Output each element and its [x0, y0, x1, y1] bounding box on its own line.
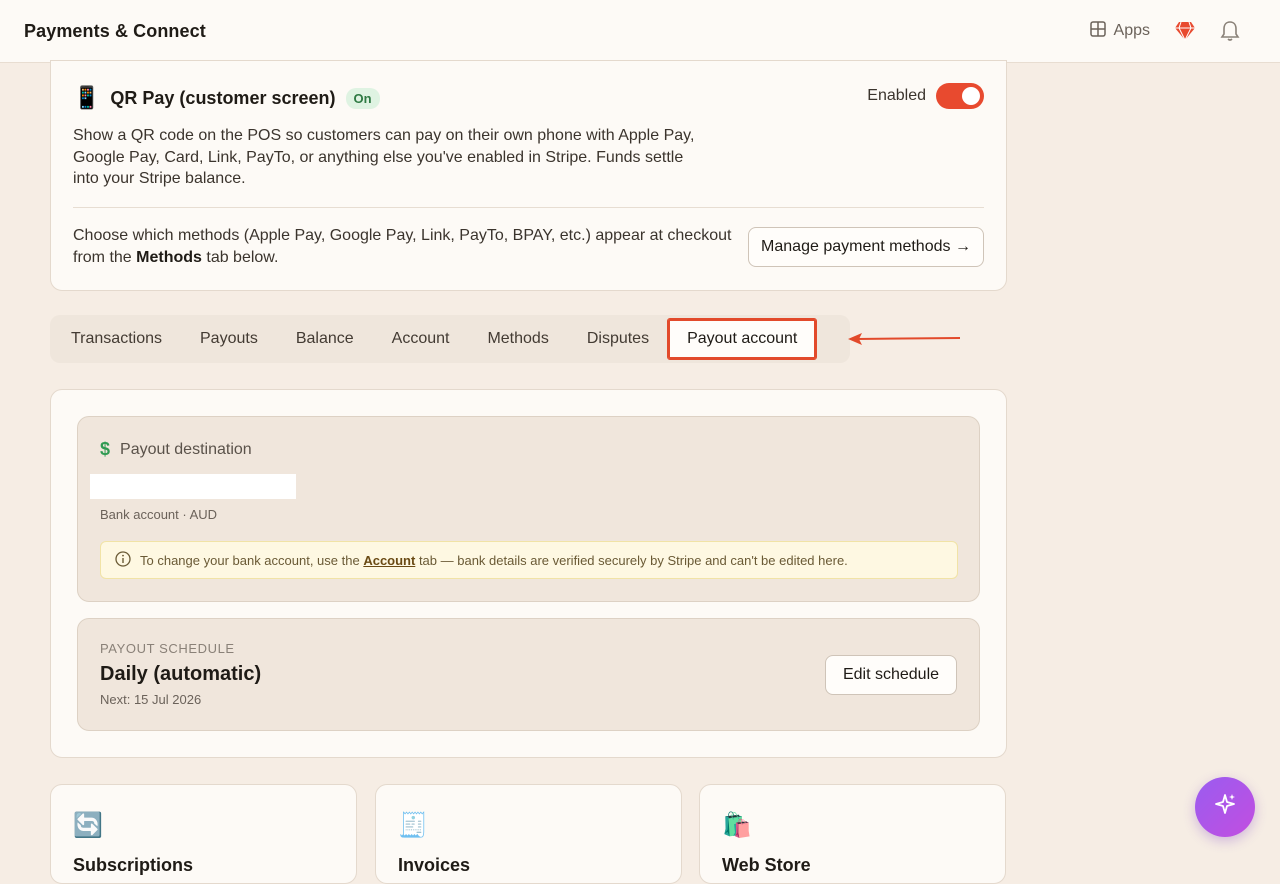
tab-methods[interactable]: Methods — [468, 319, 567, 359]
sparkle-icon — [1211, 791, 1239, 824]
apps-button[interactable]: Apps — [1089, 20, 1150, 42]
dollar-icon: $ — [100, 439, 111, 459]
qr-pay-card: 📱 QR Pay (customer screen) On Enabled Sh… — [50, 60, 1007, 291]
qr-pay-description: Show a QR code on the POS so customers c… — [73, 127, 695, 187]
tab-balance[interactable]: Balance — [277, 319, 373, 359]
payout-account-panel: $ Payout destination Bank account · AUD … — [50, 389, 1007, 758]
refresh-icon: 🔄 — [73, 812, 103, 839]
web-store-title: Web Store — [722, 855, 811, 875]
top-bar: Payments & Connect Apps — [0, 0, 1280, 63]
arrow-annotation-icon — [846, 330, 962, 353]
payout-schedule-box: PAYOUT SCHEDULE Daily (automatic) Next: … — [77, 618, 980, 731]
enabled-control: Enabled — [867, 83, 984, 109]
info-icon — [115, 550, 131, 570]
web-store-card[interactable]: 🛍️ Web Store — [699, 784, 1006, 884]
bank-change-notice: To change your bank account, use the Acc… — [100, 541, 958, 579]
tab-payouts[interactable]: Payouts — [181, 319, 277, 359]
subscriptions-card[interactable]: 🔄 Subscriptions — [50, 784, 357, 884]
qr-pay-header: 📱 QR Pay (customer screen) On — [73, 87, 380, 109]
notice-prefix: To change your bank account, use the — [140, 552, 364, 568]
manage-payment-methods-button[interactable]: Manage payment methods → — [748, 227, 984, 267]
tab-disputes[interactable]: Disputes — [568, 319, 668, 359]
methods-hint-suffix: tab below. — [201, 248, 279, 266]
tab-payout-account[interactable]: Payout account — [667, 318, 818, 360]
methods-hint: Choose which methods (Apple Pay, Google … — [73, 225, 733, 268]
subscriptions-title: Subscriptions — [73, 855, 194, 875]
topbar-actions: Apps — [1089, 20, 1240, 42]
ai-assistant-button[interactable] — [1195, 777, 1255, 837]
notice-text: To change your bank account, use the Acc… — [140, 553, 848, 568]
edit-schedule-button[interactable]: Edit schedule — [825, 655, 957, 695]
payout-destination-title: Payout destination — [120, 440, 252, 458]
phone-icon: 📱 — [73, 85, 101, 110]
schedule-value: Daily (automatic) — [100, 663, 262, 685]
qr-pay-title: QR Pay (customer screen) — [110, 87, 336, 108]
enabled-toggle[interactable] — [936, 83, 984, 109]
tab-bar: Transactions Payouts Balance Account Met… — [50, 315, 850, 363]
gem-icon[interactable] — [1174, 21, 1196, 41]
divider — [73, 207, 984, 208]
app-title: Payments & Connect — [24, 20, 206, 41]
toggle-knob — [962, 87, 980, 105]
tab-transactions[interactable]: Transactions — [52, 319, 181, 359]
tab-account[interactable]: Account — [373, 319, 469, 359]
apps-label: Apps — [1113, 22, 1150, 39]
notice-suffix: tab — bank details are verified securely… — [415, 552, 848, 568]
grid-icon — [1089, 20, 1106, 42]
methods-hint-bold: Methods — [136, 248, 202, 266]
bell-icon[interactable] — [1220, 20, 1240, 42]
schedule-next: Next: 15 Jul 2026 — [100, 692, 202, 707]
bank-account-subtitle: Bank account · AUD — [100, 507, 218, 522]
shopping-bags-icon: 🛍️ — [722, 812, 752, 839]
invoices-card[interactable]: 🧾 Invoices — [375, 784, 682, 884]
payout-destination-header: $ Payout destination — [100, 439, 252, 460]
redacted-bank-name — [90, 474, 296, 499]
enabled-label: Enabled — [867, 87, 926, 104]
status-badge: On — [345, 87, 380, 109]
invoices-title: Invoices — [398, 855, 471, 875]
account-tab-link[interactable]: Account — [363, 553, 415, 568]
schedule-label: PAYOUT SCHEDULE — [100, 641, 235, 656]
receipt-icon: 🧾 — [398, 812, 428, 839]
payout-destination-box: $ Payout destination Bank account · AUD … — [77, 416, 980, 602]
